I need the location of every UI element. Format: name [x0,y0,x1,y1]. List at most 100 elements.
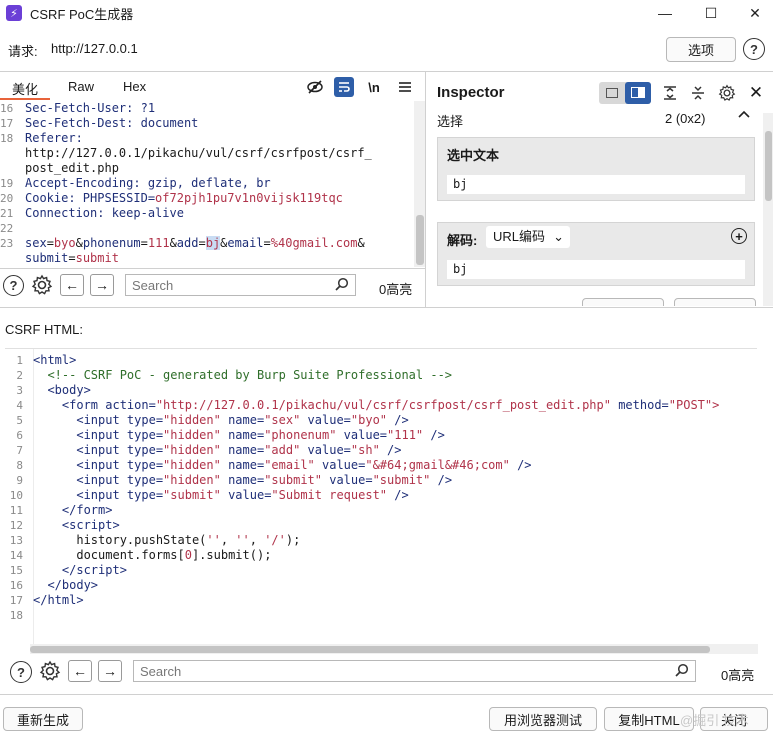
decode-card: 解码: URL编码 ⌄ + bj [437,222,755,286]
param-value: byo [53,236,76,250]
code-line: </form> [33,503,113,517]
tab-hex[interactable]: Hex [123,79,146,94]
request-row: 请求: http://127.0.0.1 选项 ? [0,30,773,70]
search-placeholder: Search [132,278,174,293]
divider [0,268,425,269]
search-input[interactable]: Search [133,660,696,682]
request-editor[interactable]: 16 Sec-Fetch-User: ?1 17 Sec-Fetch-Dest: d… [0,101,414,267]
collapse-all-icon[interactable] [687,82,709,104]
previous-match-button[interactable]: ← [60,274,84,296]
editor-line: post_edit.php [25,161,119,175]
tab-raw[interactable]: Raw [68,79,94,94]
options-button[interactable]: 选项 [666,37,736,62]
wrap-lines-icon[interactable] [334,77,354,97]
regenerate-button[interactable]: 重新生成 [3,707,83,731]
gear-icon[interactable] [716,82,738,104]
selected-param-value: bj [205,236,221,250]
editor-search-bar: ? ← → Search 0高亮 [0,272,425,302]
editor-line: http://127.0.0.1/pikachu/vul/csrf/csrfpo… [25,146,372,160]
line-number: 16 [9,579,23,592]
code-line: <input type="hidden" name="sex" value="b… [33,413,409,427]
layout-panel-icon[interactable] [625,82,651,104]
gear-icon[interactable] [39,660,61,682]
param-key: phonenum [82,236,141,250]
help-icon[interactable]: ? [10,661,32,683]
gear-icon[interactable] [31,274,53,296]
close-icon[interactable]: ✕ [745,82,767,104]
match-count: 0高亮 [379,282,413,297]
line-number: 20 [0,192,14,205]
maximize-button[interactable]: ☐ [689,0,733,26]
line-number: 18 [0,132,14,145]
cancel-changes-button[interactable] [674,298,756,306]
request-url: http://127.0.0.1 [51,41,138,56]
eye-slash-icon[interactable] [305,77,325,97]
line-number: 16 [0,102,14,115]
editor-line: Connection: keep-alive [25,206,184,220]
help-icon[interactable]: ? [3,275,24,296]
param-key: email [227,236,264,250]
match-count: 0高亮 [721,668,755,683]
close-window-button[interactable]: ✕ [733,0,773,26]
code-hscroll-thumb[interactable] [30,646,710,653]
code-line: <html> [33,353,77,367]
code-line: <input type="submit" value="Submit reque… [33,488,409,502]
line-number: 12 [9,519,23,532]
test-in-browser-button[interactable]: 用浏览器测试 [489,707,597,731]
layout-toggle[interactable] [599,82,651,104]
menu-icon[interactable] [395,77,415,97]
cookie-key: Cookie: PHPSESSID= [25,191,156,205]
next-match-button[interactable]: → [98,660,122,682]
editor-scroll-thumb[interactable] [416,215,424,265]
inspector-panel: Inspector ✕ 选择 2 (0x2) 选中文本 bj 解码: URL编码… [426,73,773,306]
code-line: <input type="hidden" name="submit" value… [33,473,453,487]
line-number: 19 [0,177,14,190]
editor-line: Referer: [25,131,83,145]
code-line: <input type="hidden" name="add" value="s… [33,443,402,457]
next-match-button[interactable]: → [90,274,114,296]
minimize-button[interactable]: — [643,0,687,26]
search-input[interactable]: Search [125,274,356,296]
line-number: 5 [16,414,23,427]
code-line: document.forms[0].submit(); [33,548,272,562]
csrf-search-bar: ? ← → Search 0高亮 [0,657,773,687]
decoded-value[interactable]: bj [447,260,745,279]
code-line: </body> [33,578,99,592]
code-line: <input type="hidden" name="email" value=… [33,458,532,472]
layout-list-icon[interactable] [606,88,618,98]
code-line: <!-- CSRF PoC - generated by Burp Suite … [33,368,453,382]
param-value: %40gmail.com [270,236,358,250]
code-line: <body> [33,383,91,397]
help-icon[interactable]: ? [743,38,765,60]
decode-type-dropdown[interactable]: URL编码 ⌄ [486,226,570,248]
inspector-scroll-thumb[interactable] [765,131,772,201]
selection-label: 选择 [437,114,464,129]
line-number: 14 [9,549,23,562]
line-number: 4 [16,399,23,412]
line-number: 13 [9,534,23,547]
newline-toggle-icon[interactable]: \n [364,77,384,97]
selected-text-value[interactable]: bj [447,175,745,194]
code-line: history.pushState('', '', '/'); [33,533,301,547]
previous-match-button[interactable]: ← [68,660,92,682]
editor-tabs: 美化 Raw Hex \n [0,73,425,101]
line-number: 22 [0,222,14,235]
chevron-down-icon: ⌄ [553,229,564,244]
selected-text-card: 选中文本 bj [437,137,755,201]
apply-button[interactable] [582,298,664,306]
csrf-html-editor[interactable]: 1 <html> 2 <!-- CSRF PoC - generated by B… [5,348,757,644]
chevron-up-icon[interactable] [737,107,751,124]
tab-pretty[interactable]: 美化 [12,79,38,98]
code-line: <form action="http://127.0.0.1/pikachu/v… [33,398,720,412]
code-line: <script> [33,518,120,532]
search-icon [674,663,689,681]
selection-value: 2 (0x2) [665,111,706,126]
divider [0,694,773,695]
line-number: 10 [9,489,23,502]
expand-all-icon[interactable] [659,82,681,104]
line-number: 2 [16,369,23,382]
add-icon[interactable]: + [731,228,747,244]
title-bar: ⚡ CSRF PoC生成器 — ☐ ✕ [0,0,773,26]
param-value: submit [75,251,119,265]
param-value: 111 [147,236,170,250]
